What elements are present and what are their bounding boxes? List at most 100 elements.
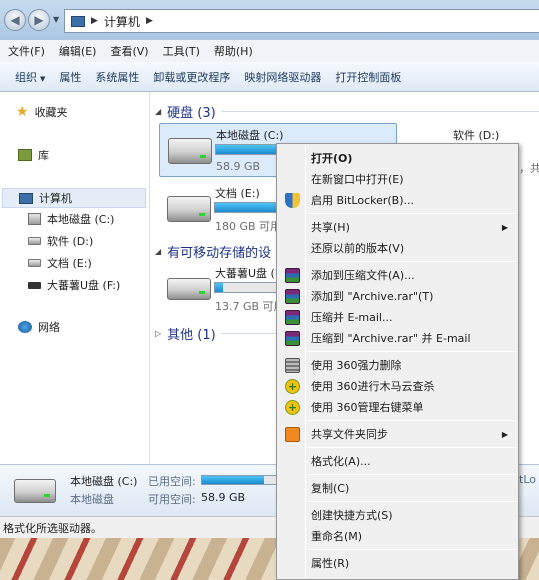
library-icon [18,149,32,161]
system-properties-button[interactable]: 系统属性 [88,69,146,85]
organize-button[interactable]: 组织 ▼ [8,69,52,85]
forward-button[interactable]: ▶ [28,9,50,31]
uninstall-program-button[interactable]: 卸载或更改程序 [146,69,237,85]
nav-computer-label: 计算机 [39,192,72,205]
winrar-icon [285,330,300,346]
context-menu-item-360[interactable]: + 使用 360进行木马云查杀 [279,376,516,396]
shredder-icon [285,357,300,373]
360-icon: + [285,378,300,394]
nav-drive-c[interactable]: 本地磁盘 (C:) [28,209,114,229]
nav-computer[interactable]: 计算机 [2,188,146,208]
context-menu-item-archive-rar-e-mail[interactable]: 压缩到 "Archive.rar" 并 E-mail [279,328,516,348]
context-menu-label: 共享(H) [311,221,350,234]
menu-view[interactable]: 查看(V) [106,43,152,59]
network-icon [18,321,32,333]
context-menu-label: 压缩到 "Archive.rar" 并 E-mail [311,332,471,345]
back-button[interactable]: ◀ [4,9,26,31]
drive-led [200,155,206,158]
menu-edit[interactable]: 编辑(E) [55,43,101,59]
context-menu-item-o[interactable]: 打开(O) [279,148,516,168]
context-menu-item-c[interactable]: 复制(C) [279,478,516,498]
context-menu-item-item-16[interactable]: 共享文件夹同步 ▶ [279,424,516,444]
context-menu-item-a[interactable]: 格式化(A)... [279,451,516,471]
windows-drive-icon [14,479,56,503]
menu-separator [308,213,516,214]
nav-drive-e[interactable]: 文档 (E:) [28,253,92,273]
context-menu-item-360[interactable]: 使用 360强力删除 [279,355,516,375]
context-menu-item-e-mail[interactable]: 压缩并 E-mail... [279,307,516,327]
properties-button[interactable]: 属性 [52,69,88,85]
menu-file[interactable]: 文件(F) [4,43,49,59]
context-menu-item-a[interactable]: 添加到压缩文件(A)... [279,265,516,285]
nav-drive-f-label: 大蕃薯U盘 (F:) [47,279,121,292]
menu-help[interactable]: 帮助(H) [210,43,257,59]
context-menu-item-r[interactable]: 属性(R) [279,553,516,573]
hard-drive-icon [28,259,41,267]
menu-tools[interactable]: 工具(T) [159,43,204,59]
breadcrumb[interactable]: 计算机 [104,13,140,30]
nav-libraries[interactable]: 库 [18,145,49,165]
chevron-right-icon[interactable]: ▶ [91,16,98,26]
map-network-drive-button[interactable]: 映射网络驱动器 [237,69,328,85]
address-bar[interactable]: ▶ 计算机 ▶ [64,9,539,33]
menu-separator [308,261,516,262]
windows-drive-icon [168,138,212,164]
chevron-right-icon[interactable]: ▶ [146,16,153,26]
menu-bar: 文件(F) 编辑(E) 查看(V) 工具(T) 帮助(H) [0,40,539,62]
group-hard-drives[interactable]: ◢ 硬盘 (3) [155,102,216,121]
context-menu-label: 打开(O) [311,152,353,165]
context-menu-item-e[interactable]: 在新窗口中打开(E) [279,169,516,189]
drive-led [44,494,50,497]
context-menu-item-360[interactable]: + 使用 360管理右键菜单 [279,397,516,417]
star-icon: ★ [16,104,29,120]
nav-network[interactable]: 网络 [18,317,60,337]
context-menu-label: 使用 360进行木马云查杀 [311,380,435,393]
context-menu-label: 还原以前的版本(V) [311,242,405,255]
windows-drive-icon [28,213,41,225]
context-menu-item-bitlocker-b[interactable]: 启用 BitLocker(B)... [279,190,516,210]
nav-drive-c-label: 本地磁盘 (C:) [47,213,115,226]
menu-separator [308,351,516,352]
360-icon: + [285,399,300,415]
details-free-value: 58.9 GB [201,491,246,504]
drive-d-name[interactable]: 软件 (D:) [453,127,499,143]
back-arrow-icon: ◀ [10,13,20,27]
context-menu-label: 压缩并 E-mail... [311,311,393,324]
usb-drive-icon [167,278,211,300]
open-control-panel-button[interactable]: 打开控制面板 [328,69,408,85]
nav-drive-d[interactable]: 软件 (D:) [28,231,93,251]
collapse-icon[interactable]: ◢ [155,247,161,256]
collapse-icon[interactable]: ◢ [155,107,161,116]
group-other[interactable]: ▷ 其他 (1) [155,324,216,343]
context-menu-item-archive-rar-t[interactable]: 添加到 "Archive.rar"(T) [279,286,516,306]
status-text: 格式化所选驱动器。 [3,522,102,535]
context-menu-label: 复制(C) [311,482,350,495]
drive-d-size: ，共 [519,162,539,175]
context-menu-label: 属性(R) [311,557,350,570]
details-free-label: 可用空间: [148,493,196,506]
drive-f-size: 13.7 GB 可用 [215,300,285,313]
group-removable[interactable]: ◢ 有可移动存储的设 [155,242,271,261]
expand-icon[interactable]: ▷ [155,329,161,338]
nav-favorites[interactable]: ★ 收藏夹 [16,102,68,122]
context-menu-label: 使用 360强力删除 [311,359,402,372]
menu-separator [308,549,516,550]
context-menu-item-s[interactable]: 创建快捷方式(S) [279,505,516,525]
shield-icon [285,192,300,208]
context-menu-label: 添加到 "Archive.rar"(T) [311,290,434,303]
caret-down-icon: ▼ [40,74,46,83]
command-bar: 组织 ▼ 属性 系统属性 卸载或更改程序 映射网络驱动器 打开控制面板 [0,62,539,92]
forward-arrow-icon: ▶ [34,13,44,27]
nav-drive-f[interactable]: 大蕃薯U盘 (F:) [28,275,120,295]
nav-libraries-label: 库 [38,149,49,162]
nav-favorites-label: 收藏夹 [34,106,68,119]
context-menu-item-v[interactable]: 还原以前的版本(V) [279,238,516,258]
menu-separator [308,501,516,502]
submenu-arrow-icon: ▶ [501,429,508,439]
recent-pages-dropdown[interactable]: ▼ [53,15,59,24]
details-bitlocker-status: tLo [519,473,536,486]
context-menu-item-m[interactable]: 重命名(M) [279,526,516,546]
context-menu-item-h[interactable]: 共享(H) ▶ [279,217,516,237]
context-menu-label: 在新窗口中打开(E) [311,173,404,186]
details-drive-name: 本地磁盘 (C:) [70,475,138,488]
